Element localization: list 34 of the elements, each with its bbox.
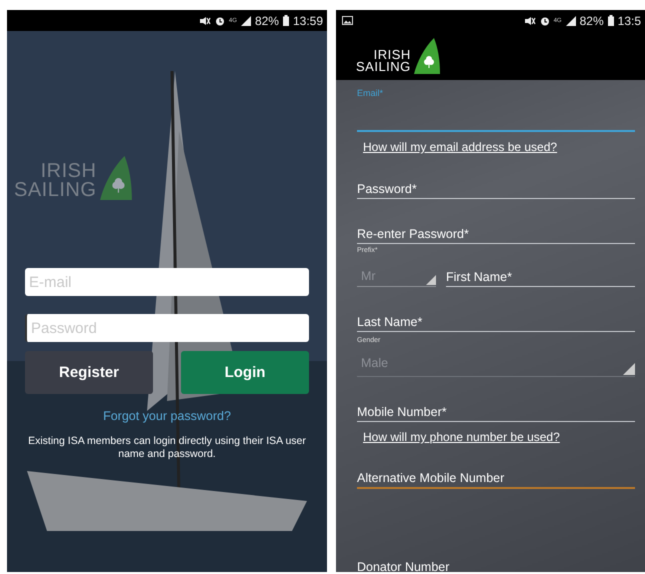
signal-icon <box>566 16 576 26</box>
logo-text: SAILING <box>14 181 96 200</box>
help-link[interactable]: How will my phone number be used? <box>363 430 560 444</box>
battery-percent: 82% <box>254 14 279 28</box>
text-field[interactable]: Last Name* <box>357 306 635 332</box>
forgot-password-link[interactable]: Forgot your password? <box>103 409 231 423</box>
dropdown-arrow-icon <box>623 363 635 375</box>
help-link[interactable]: How will my email address be used? <box>363 140 558 154</box>
logo-text: IRISH <box>374 48 411 62</box>
clock-time: 13:59 <box>292 14 323 28</box>
info-text: Existing ISA members can login directly using their ISA user name and password. <box>27 435 307 462</box>
battery-icon <box>282 15 289 26</box>
alarm-icon <box>540 16 550 26</box>
text-field[interactable]: Mobile Number* <box>357 396 635 422</box>
mute-icon <box>524 16 536 26</box>
sail-logo-icon <box>414 38 440 74</box>
battery-icon <box>608 15 614 26</box>
battery-percent: 82% <box>580 14 604 28</box>
logo-text: IRISH <box>40 162 96 181</box>
dropdown-arrow-icon <box>426 275 436 285</box>
logo-text: SAILING <box>356 61 411 74</box>
text-field[interactable]: Password* <box>357 173 635 199</box>
signal-icon <box>240 16 251 26</box>
clock-time: 13:5 <box>618 14 641 28</box>
text-field[interactable]: Donator Number <box>357 551 635 572</box>
text-field[interactable]: Re-enter Password* <box>357 218 635 244</box>
login-button[interactable]: Login <box>181 351 309 394</box>
text-field[interactable]: Alternative Mobile Number <box>357 463 635 489</box>
sail-logo-icon <box>99 156 134 200</box>
image-icon <box>342 16 353 25</box>
register-button[interactable]: Register <box>25 351 153 394</box>
alarm-icon <box>214 16 225 26</box>
text-field[interactable]: First Name* <box>446 261 635 287</box>
mute-icon <box>198 16 211 26</box>
